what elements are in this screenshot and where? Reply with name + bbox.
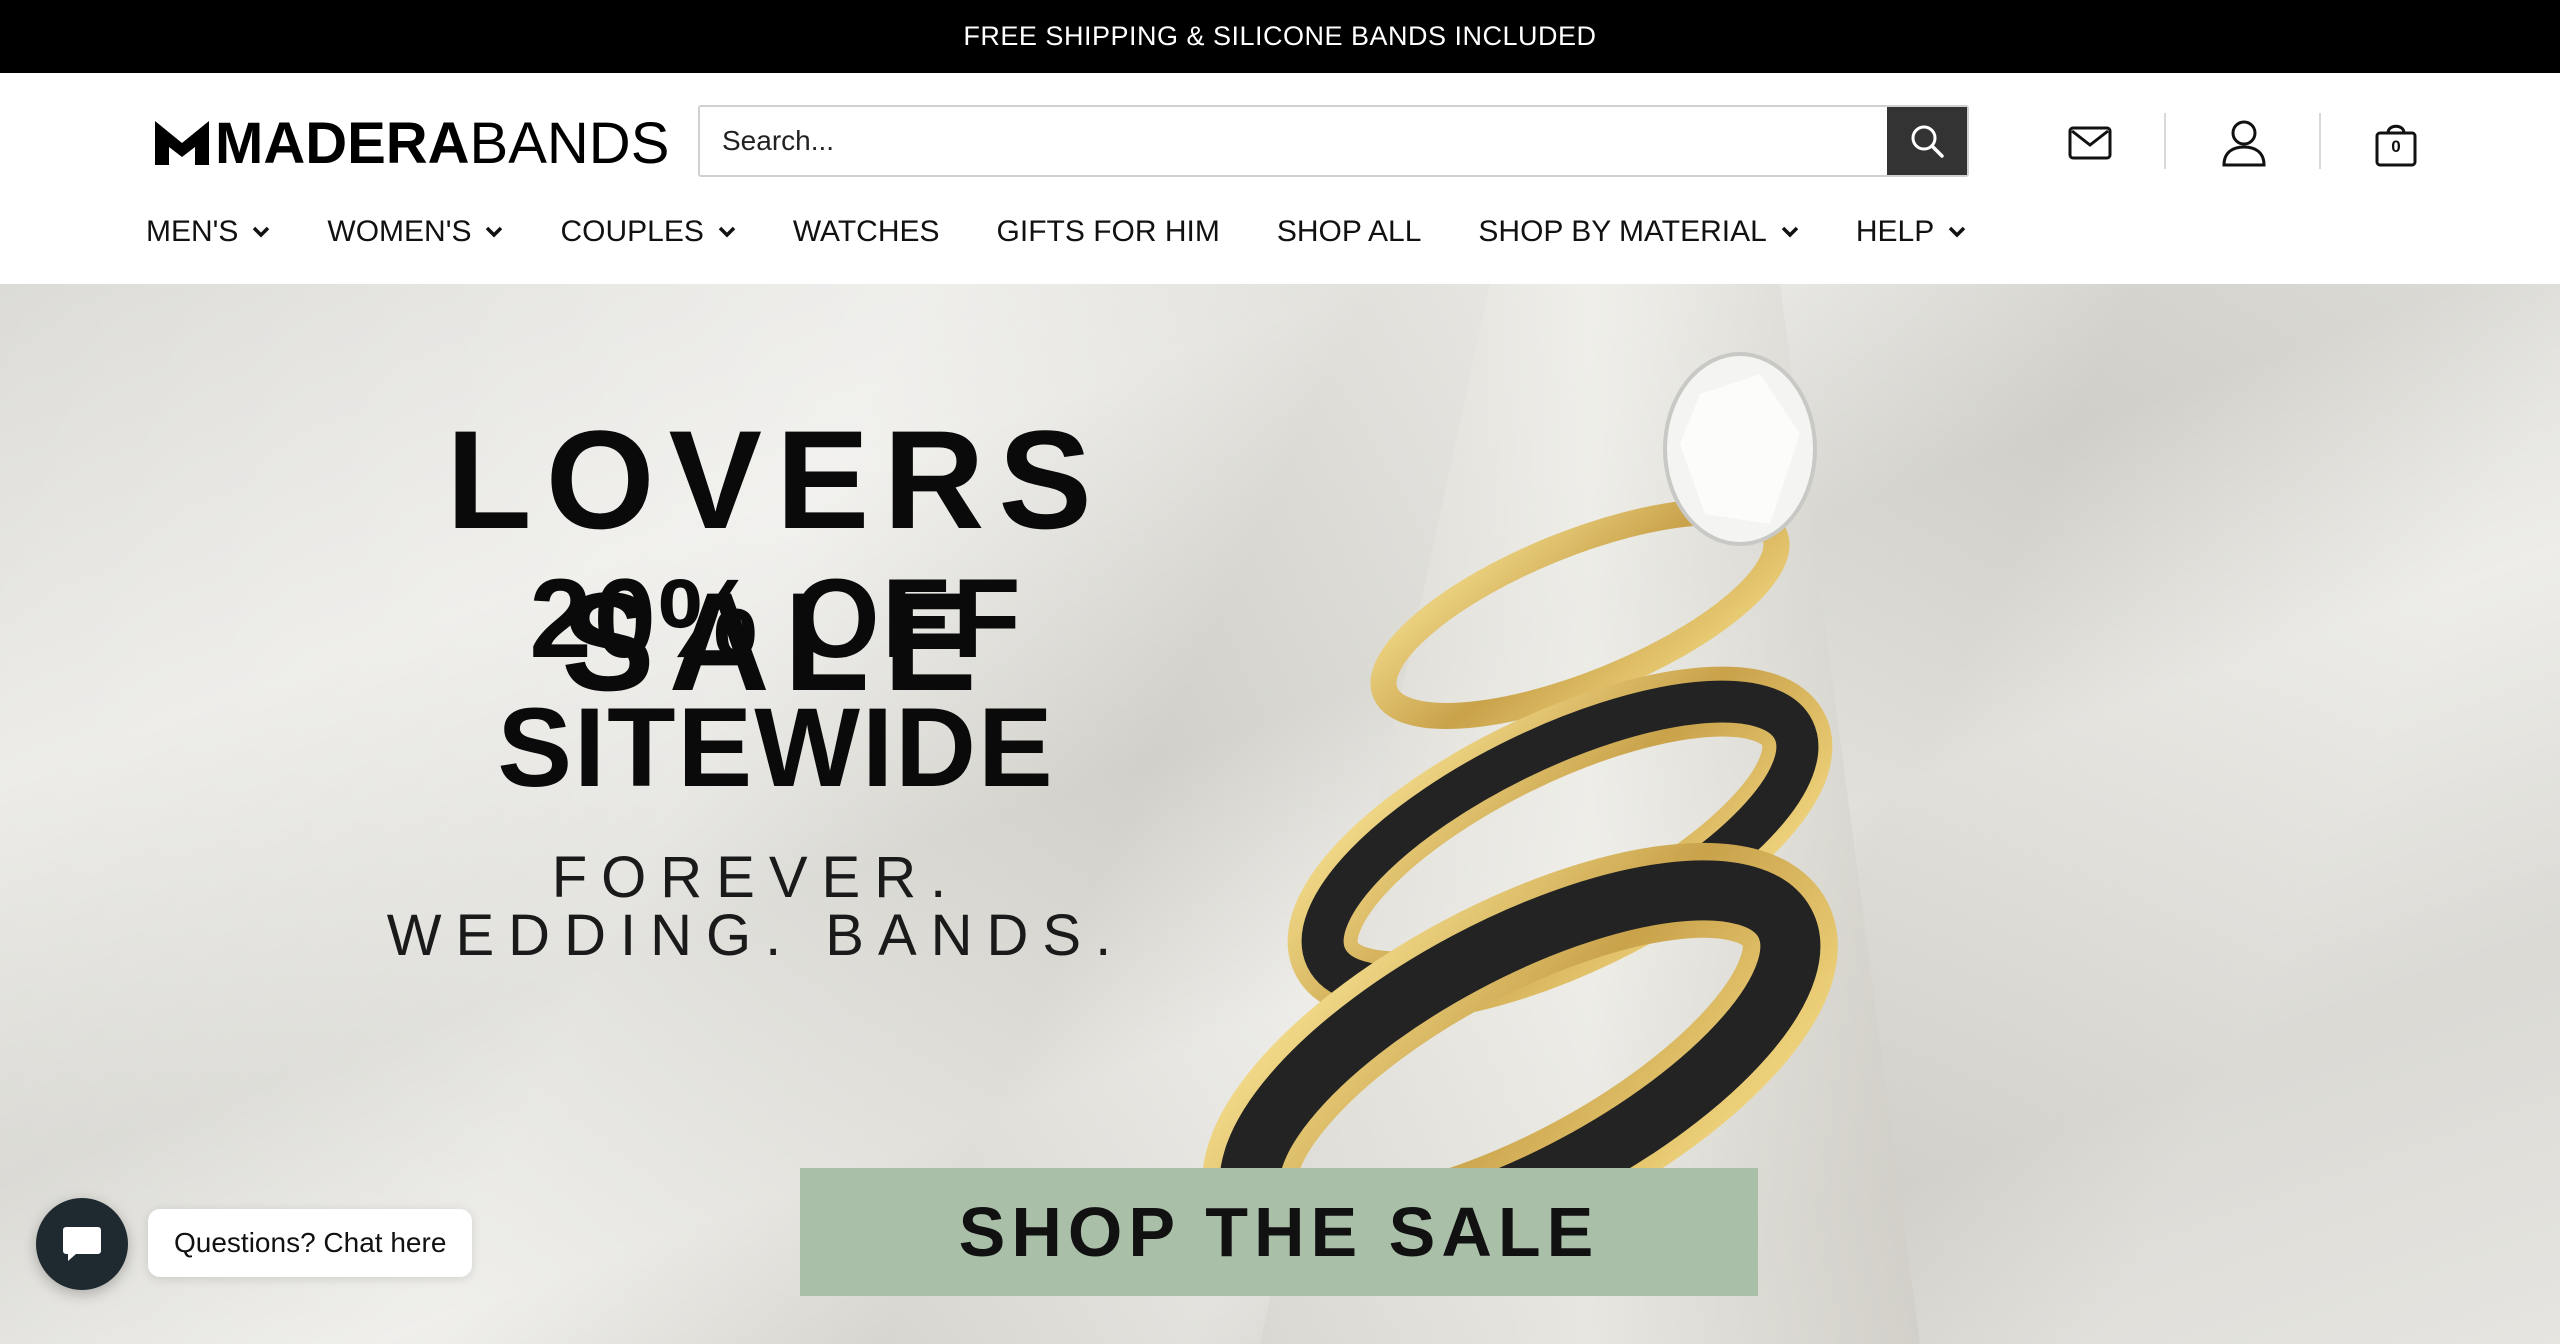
chevron-down-icon (486, 226, 503, 238)
chat-button[interactable] (36, 1198, 128, 1290)
header-divider (2319, 113, 2321, 169)
mail-icon (2068, 126, 2112, 160)
search-bar (698, 105, 1969, 177)
announcement-text: FREE SHIPPING & SILICONE BANDS INCLUDED (963, 21, 1597, 51)
nav-item-shop-all[interactable]: SHOP ALL (1277, 215, 1422, 249)
announcement-bar: FREE SHIPPING & SILICONE BANDS INCLUDED (0, 0, 2560, 73)
nav-item-label: WATCHES (792, 215, 940, 248)
nav-item-label: WOMEN'S (327, 215, 472, 248)
nav-item-couples[interactable]: COUPLES (560, 215, 736, 249)
nav-item-help[interactable]: HELP (1856, 215, 1966, 249)
chat-icon (63, 1227, 101, 1261)
nav-item-label: SHOP ALL (1276, 215, 1422, 248)
logo-mark-icon (155, 121, 209, 165)
cart-button[interactable]: 0 (2366, 113, 2426, 173)
header-divider (2164, 113, 2166, 169)
hero-banner[interactable]: LOVERS SALE 20% OFF SITEWIDE FOREVER. WE… (0, 284, 2560, 1344)
search-input[interactable] (700, 107, 1887, 175)
main-nav: MEN'S WOMEN'S COUPLES WATCHES GIFTS FOR … (146, 207, 2023, 257)
chat-prompt-label: Questions? Chat here (174, 1227, 447, 1258)
nav-item-womens[interactable]: WOMEN'S (327, 215, 503, 249)
nav-item-mens[interactable]: MEN'S (146, 215, 270, 249)
shop-the-sale-button[interactable]: SHOP THE SALE (800, 1168, 1758, 1296)
chevron-down-icon (1781, 226, 1799, 238)
hero-tagline-line1: FOREVER. (551, 845, 961, 910)
nav-item-label: SHOP BY MATERIAL (1478, 215, 1767, 248)
nav-item-label: COUPLES (560, 215, 704, 248)
hero-tagline-line2: WEDDING. BANDS. (386, 903, 1126, 968)
hero-subheadline: 20% OFF SITEWIDE (497, 556, 1055, 810)
logo-text-regular: BANDS (469, 110, 670, 176)
search-button[interactable] (1887, 107, 1967, 175)
nav-item-label: GIFTS FOR HIM (996, 215, 1220, 248)
account-icon (2222, 120, 2266, 167)
search-icon (1911, 125, 1944, 158)
account-button[interactable] (2214, 113, 2274, 173)
chevron-down-icon (718, 226, 736, 238)
logo-text-bold: MADERA (215, 110, 470, 176)
nav-item-watches[interactable]: WATCHES (793, 215, 940, 249)
site-header: MADERA BANDS 0 MEN'S (0, 73, 2560, 284)
nav-item-label: MEN'S (146, 215, 239, 248)
chevron-down-icon (253, 226, 270, 238)
mail-button[interactable] (2060, 113, 2120, 173)
nav-item-shop-by-material[interactable]: SHOP BY MATERIAL (1478, 215, 1799, 249)
chevron-down-icon (1948, 226, 1966, 238)
site-logo[interactable]: MADERA BANDS (155, 111, 669, 176)
cart-count-badge: 0 (2391, 137, 2401, 156)
nav-item-gifts-for-him[interactable]: GIFTS FOR HIM (997, 215, 1220, 249)
nav-item-label: HELP (1855, 215, 1935, 248)
chat-prompt[interactable]: Questions? Chat here (148, 1209, 473, 1277)
